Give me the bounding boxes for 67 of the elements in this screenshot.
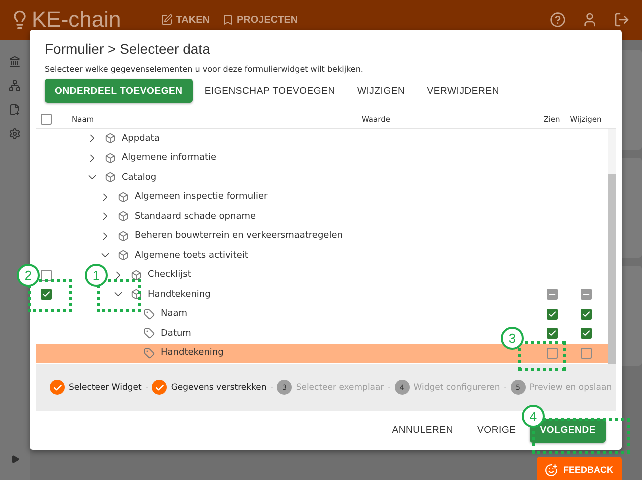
sitemap-icon[interactable] — [9, 80, 21, 92]
tree-item-label[interactable]: Handtekening — [148, 290, 211, 300]
tree-item-label[interactable]: Naam — [161, 309, 188, 320]
settings-icon[interactable] — [9, 128, 21, 140]
nav-link[interactable]: PROJECTEN — [222, 14, 298, 26]
step-label: Gegevens verstrekken — [171, 382, 267, 392]
add-part-button[interactable]: ONDERDEEL TOEVOEGEN — [45, 79, 193, 103]
checkbox[interactable] — [546, 348, 558, 359]
checkbox[interactable] — [580, 289, 592, 300]
check-icon — [548, 329, 556, 338]
step-label: Preview en opslaan — [530, 382, 612, 392]
checkbox[interactable] — [40, 114, 52, 125]
text-button[interactable]: VERWIJDEREN — [417, 79, 510, 103]
checkbox[interactable] — [546, 308, 558, 320]
tree-item-label[interactable]: Standaard schade opname — [135, 212, 256, 222]
tree-item-label[interactable]: Catalog — [122, 172, 157, 183]
bookmark-icon — [222, 14, 234, 26]
tree-item-label[interactable]: Checklijst — [148, 270, 192, 280]
cube-icon — [118, 250, 129, 262]
text-button[interactable]: ANNULEREN — [382, 418, 464, 442]
checkbox[interactable] — [40, 270, 52, 281]
step-label: Selecteer Widget — [69, 382, 142, 392]
cube-icon — [105, 152, 116, 164]
expand-icon[interactable] — [10, 455, 20, 464]
user-icon[interactable] — [582, 12, 598, 28]
bank-icon[interactable] — [9, 56, 21, 68]
step-label: Selecteer exemplaar — [296, 382, 384, 392]
cube-icon — [118, 192, 129, 203]
tree-item-label[interactable]: Beheren bouwterrein en verkeersmaatregelen — [135, 231, 343, 242]
logout-icon[interactable] — [614, 12, 630, 28]
tree-item-label[interactable]: Algemene toets activiteit — [135, 250, 248, 261]
help-icon[interactable] — [550, 12, 566, 28]
check-icon — [582, 310, 590, 319]
dialog-description: Selecteer welke gegevenselementen u voor deze formulierwidget wilt bekijken. — [44, 64, 364, 74]
tag-icon — [144, 348, 155, 359]
checkbox[interactable] — [580, 328, 592, 340]
step-label: Widget configureren — [414, 382, 500, 392]
dialog-title: Formulier > Selecteer data — [44, 40, 212, 57]
tree-item-label[interactable]: Appdata — [122, 134, 160, 144]
tree-item-label[interactable]: Handtekening — [161, 348, 224, 358]
cube-icon — [131, 289, 142, 300]
tag-icon — [144, 328, 155, 340]
checkbox[interactable] — [40, 289, 52, 300]
cube-icon — [131, 270, 142, 281]
tree-item-label[interactable]: Datum — [161, 328, 192, 339]
check-icon — [548, 310, 556, 319]
tree-item-label[interactable]: Algemene informatie — [122, 153, 217, 164]
file-plus-icon[interactable] — [9, 104, 21, 116]
text-button[interactable]: EIGENSCHAP TOEVOEGEN — [194, 79, 346, 103]
tree-item-label[interactable]: Algemeen inspectie formulier — [135, 192, 268, 202]
check-icon — [42, 290, 50, 300]
pen-icon — [161, 14, 174, 26]
nav-link[interactable]: TAKEN — [161, 14, 210, 26]
scrollbar[interactable] — [608, 129, 616, 364]
cube-icon — [105, 172, 116, 184]
checkbox[interactable] — [546, 328, 558, 340]
smiley-icon — [545, 464, 558, 476]
cube-icon — [118, 211, 129, 222]
cube-icon — [118, 230, 129, 242]
check-icon — [582, 329, 590, 338]
text-button[interactable]: WIJZIGEN — [347, 79, 416, 103]
checkbox[interactable] — [580, 308, 592, 320]
cube-icon — [105, 133, 116, 144]
app-logo[interactable]: KE-chain — [32, 7, 122, 33]
checkbox[interactable] — [546, 289, 558, 300]
tag-icon — [144, 308, 155, 320]
checkbox[interactable] — [580, 348, 592, 359]
